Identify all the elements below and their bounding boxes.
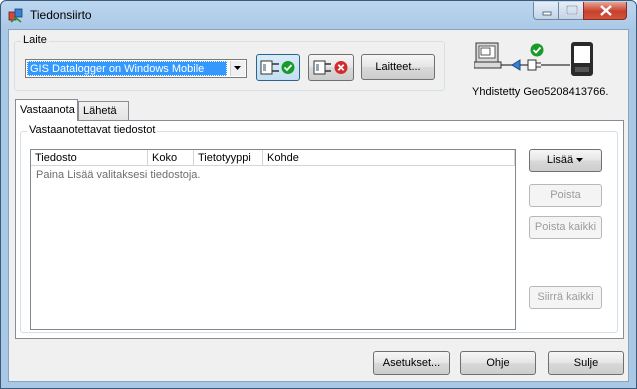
maximize-button[interactable]: [558, 2, 584, 20]
devices-button[interactable]: Laitteet...: [361, 54, 435, 80]
help-button[interactable]: Ohje: [460, 351, 536, 375]
dropdown-arrow-button[interactable]: [230, 61, 245, 76]
device-select-value: GIS Datalogger on Windows Mobile: [27, 61, 227, 76]
close-button[interactable]: Sulje: [548, 351, 624, 375]
disconnect-button[interactable]: [308, 54, 354, 81]
disconnect-plug-x-icon: [313, 60, 348, 75]
column-header-size[interactable]: Koko: [148, 150, 194, 166]
receive-tab-page: Vastaanotettavat tiedostot Tiedosto Koko…: [15, 120, 624, 339]
device-group-label: Laite: [21, 34, 49, 46]
close-window-button[interactable]: [583, 2, 627, 20]
column-header-type[interactable]: Tietotyyppi: [194, 150, 263, 166]
minimize-button[interactable]: [533, 2, 559, 20]
chevron-down-icon: [234, 66, 241, 70]
connect-button[interactable]: [256, 54, 300, 81]
column-header-target[interactable]: Kohde: [263, 150, 515, 166]
connection-status-text: Yhdistetty Geo5208413766.: [472, 86, 609, 98]
app-window: Tiedonsiirto Laite GIS Datalogger on Win…: [0, 0, 637, 389]
tab-send-label: Lähetä: [83, 105, 117, 117]
device-select[interactable]: GIS Datalogger on Windows Mobile: [25, 59, 247, 78]
file-list[interactable]: Tiedosto Koko Tietotyyppi Kohde Paina Li…: [30, 149, 516, 330]
settings-button[interactable]: Asetukset...: [373, 351, 450, 375]
connect-plug-check-icon: [260, 60, 295, 75]
add-button[interactable]: Lisää: [529, 149, 602, 172]
maximize-icon: [566, 5, 578, 15]
tab-receive[interactable]: Vastaanota: [15, 99, 78, 121]
transfer-app-icon: [8, 8, 23, 23]
receive-files-group-label: Vastaanotettavat tiedostot: [27, 124, 158, 136]
tab-send[interactable]: Lähetä: [78, 101, 129, 120]
pc-to-device-connected-icon: [474, 42, 593, 76]
title-bar[interactable]: Tiedonsiirto: [1, 1, 636, 29]
dropdown-arrow-icon: [576, 158, 584, 162]
window-title: Tiedonsiirto: [30, 8, 92, 22]
close-icon: [600, 5, 612, 16]
remove-all-button[interactable]: Poista kaikki: [529, 216, 602, 239]
tab-receive-label: Vastaanota: [20, 104, 75, 116]
dialog-client-area: Laite GIS Datalogger on Windows Mobile L…: [8, 29, 629, 382]
minimize-icon: [542, 11, 552, 16]
transfer-all-button[interactable]: Siirrä kaikki: [529, 286, 602, 309]
column-header-file[interactable]: Tiedosto: [31, 150, 148, 166]
empty-list-message: Paina Lisää valitaksesi tiedostoja.: [36, 169, 201, 181]
add-button-label: Lisää: [546, 154, 574, 166]
remove-button[interactable]: Poista: [529, 184, 602, 207]
